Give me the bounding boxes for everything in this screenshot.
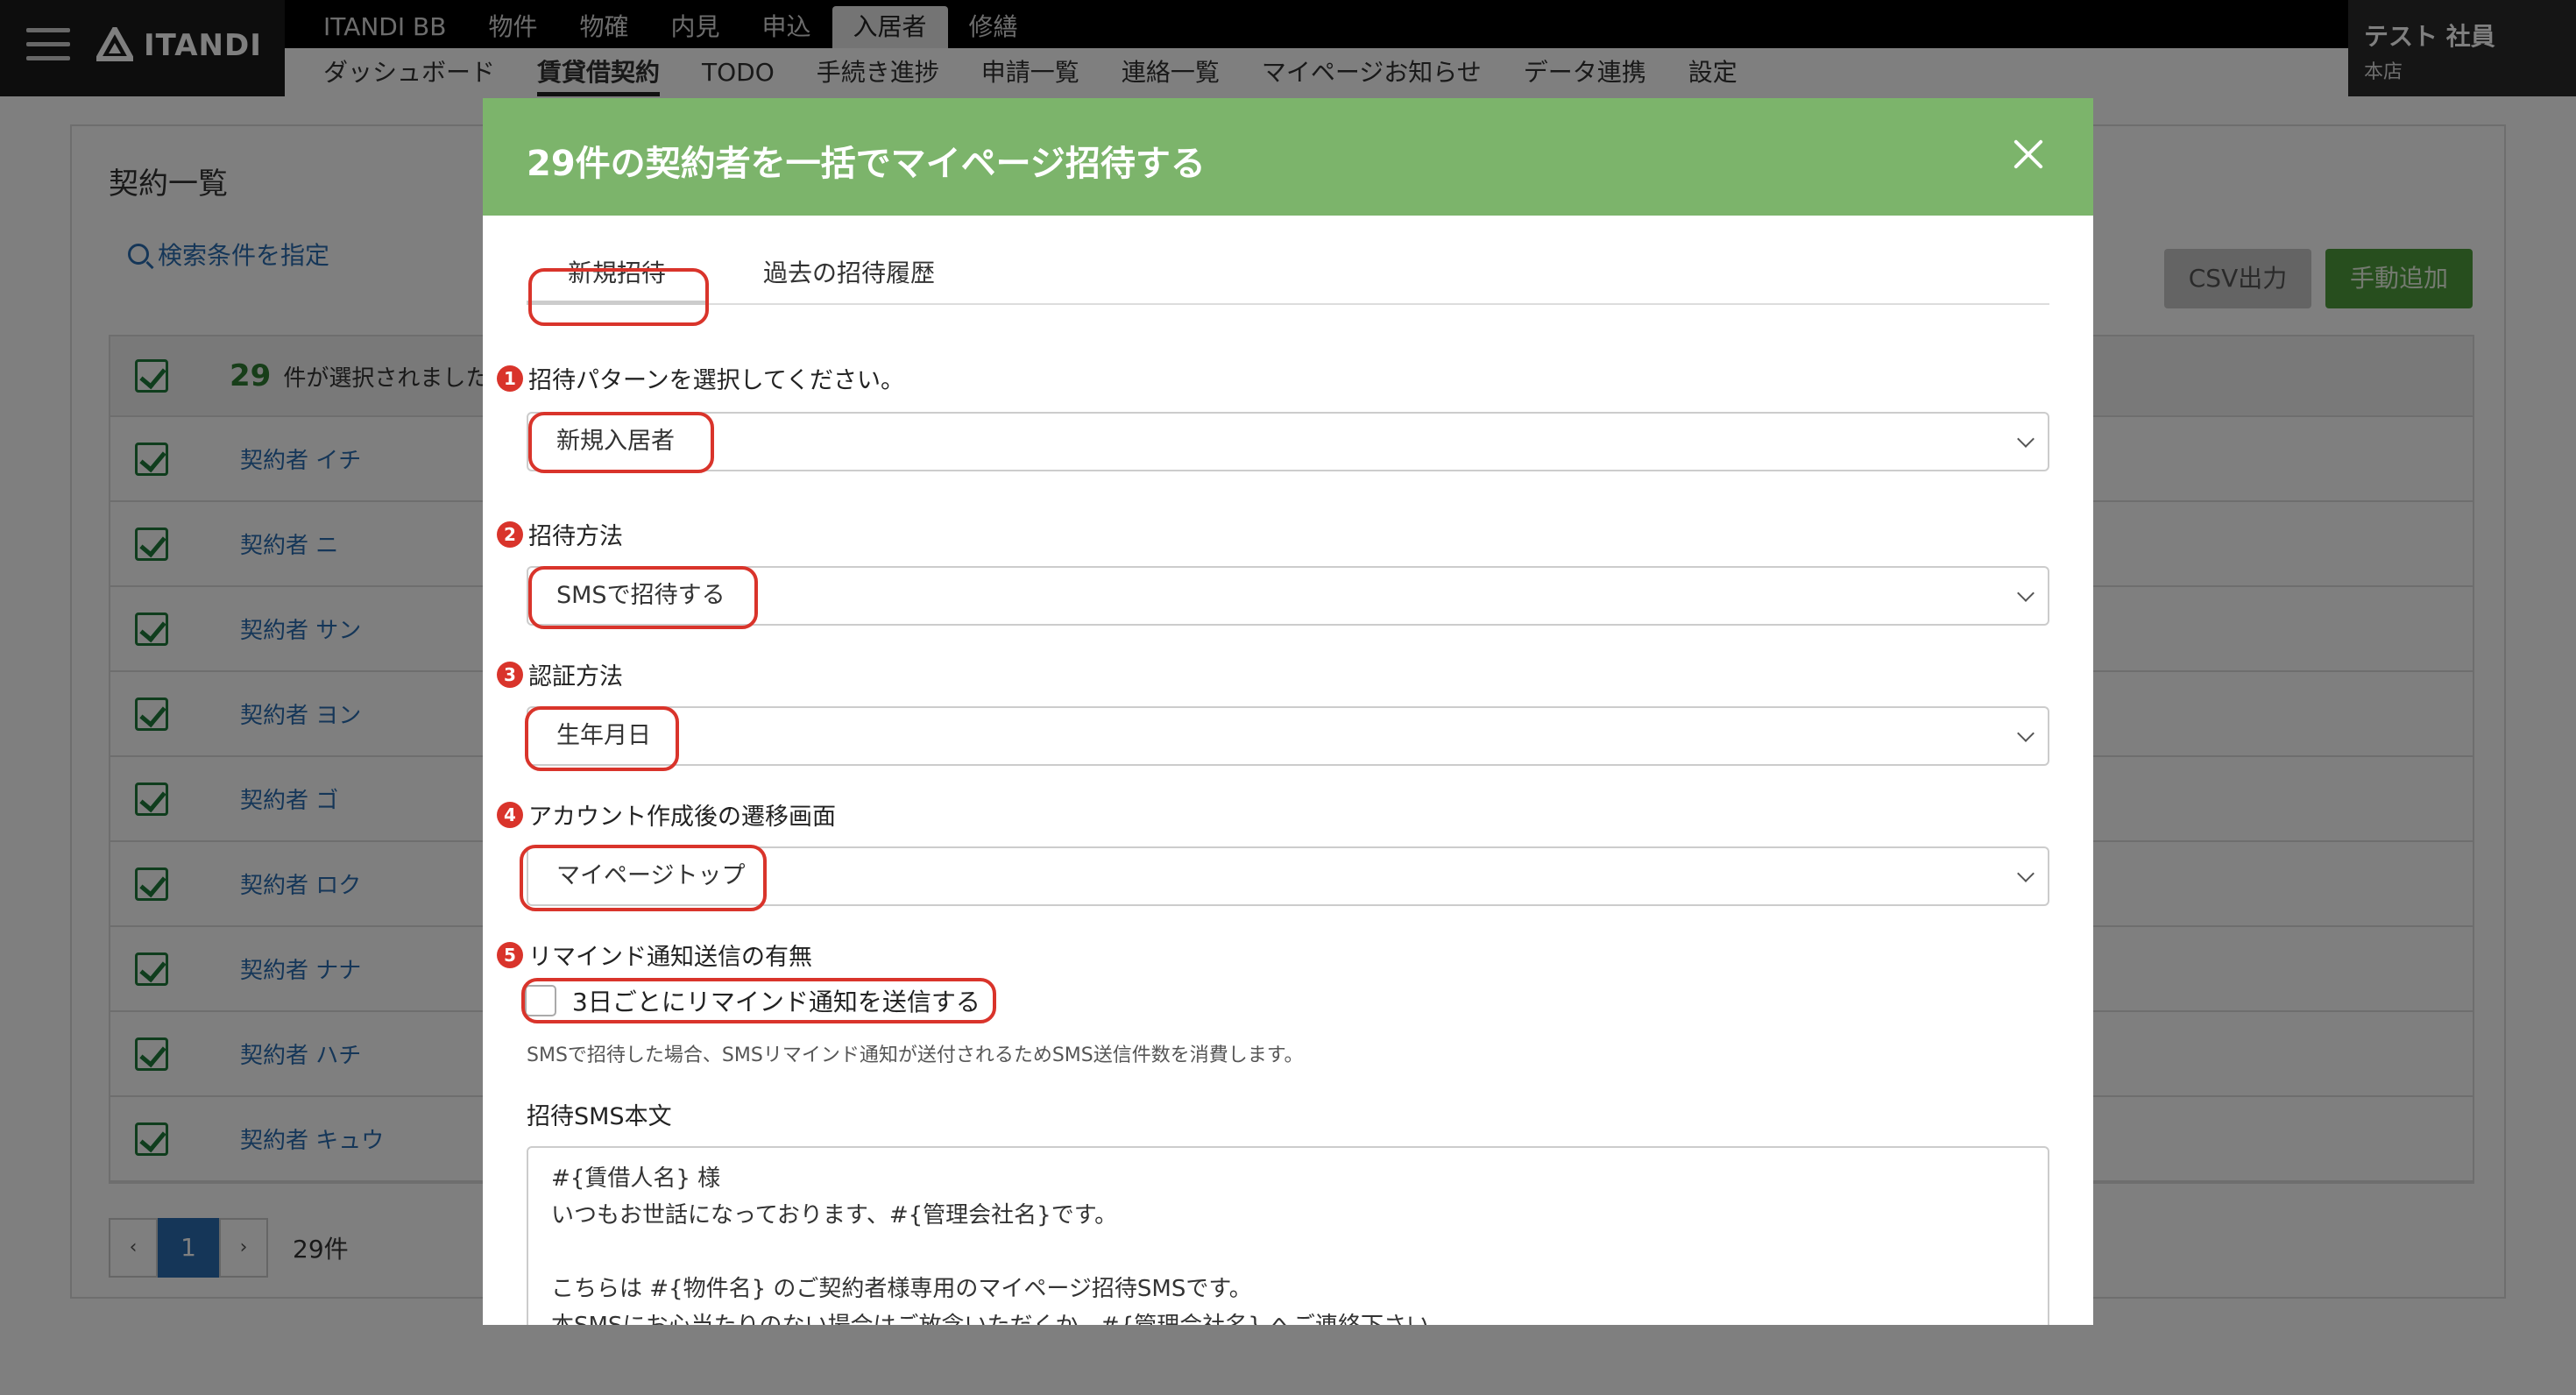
sms-body-textarea[interactable]: #{賃借人名} 様 いつもお世話になっております、#{管理会社名}です。 こちら… — [527, 1146, 2049, 1325]
close-icon[interactable] — [2013, 138, 2044, 170]
tab-invite-history[interactable]: 過去の招待履歴 — [763, 247, 935, 305]
step-number-badge: 3 — [497, 661, 523, 688]
section-label-text: 招待パターンを選択してください。 — [528, 367, 905, 394]
sms-remind-note: SMSで招待した場合、SMSリマインド通知が送付されるためSMS送信件数を消費し… — [527, 1044, 1304, 1066]
remind-checkbox[interactable] — [525, 985, 556, 1016]
section-invite-method-label: 2 招待方法 — [497, 517, 623, 551]
section-label-text: 認証方法 — [528, 663, 623, 690]
section-redirect-label: 4 アカウント作成後の遷移画面 — [497, 797, 836, 832]
section-label-text: リマインド通知送信の有無 — [528, 944, 812, 971]
section-label-text: 招待方法 — [528, 523, 623, 550]
section-label-text: アカウント作成後の遷移画面 — [528, 804, 836, 831]
section-invite-pattern-label: 1 招待パターンを選択してください。 — [497, 361, 904, 395]
step-number-badge: 2 — [497, 520, 523, 548]
invite-method-value: SMSで招待する — [556, 582, 725, 609]
invite-pattern-select[interactable]: 新規入居者 — [527, 412, 2049, 471]
step-number-badge: 5 — [497, 941, 523, 968]
invite-pattern-value: 新規入居者 — [556, 428, 675, 455]
chevron-down-icon — [2017, 865, 2035, 882]
step-number-badge: 4 — [497, 801, 523, 828]
redirect-screen-value: マイページトップ — [556, 862, 746, 889]
section-auth-method-label: 3 認証方法 — [497, 657, 623, 691]
chevron-down-icon — [2017, 584, 2035, 602]
tab-new-invite[interactable]: 新規招待 — [527, 247, 707, 305]
sms-body-label: 招待SMS本文 — [527, 1103, 672, 1130]
modal-header: 29件の契約者を一括でマイページ招待する — [483, 98, 2093, 216]
chevron-down-icon — [2017, 725, 2035, 742]
invite-method-select[interactable]: SMSで招待する — [527, 566, 2049, 626]
remind-checkbox-row[interactable]: 3日ごとにリマインド通知を送信する — [525, 983, 980, 1018]
auth-method-select[interactable]: 生年月日 — [527, 706, 2049, 766]
invite-tabs: 新規招待 過去の招待履歴 — [527, 247, 2049, 305]
chevron-down-icon — [2017, 430, 2035, 448]
auth-method-value: 生年月日 — [556, 722, 651, 749]
bulk-invite-modal: 29件の契約者を一括でマイページ招待する 新規招待 過去の招待履歴 1 招待パタ… — [483, 98, 2093, 1325]
redirect-screen-select[interactable]: マイページトップ — [527, 846, 2049, 906]
step-number-badge: 1 — [497, 365, 523, 392]
remind-checkbox-label[interactable]: 3日ごとにリマインド通知を送信する — [572, 983, 980, 1018]
modal-title: 29件の契約者を一括でマイページ招待する — [527, 144, 1206, 184]
section-remind-label: 5 リマインド通知送信の有無 — [497, 938, 812, 972]
